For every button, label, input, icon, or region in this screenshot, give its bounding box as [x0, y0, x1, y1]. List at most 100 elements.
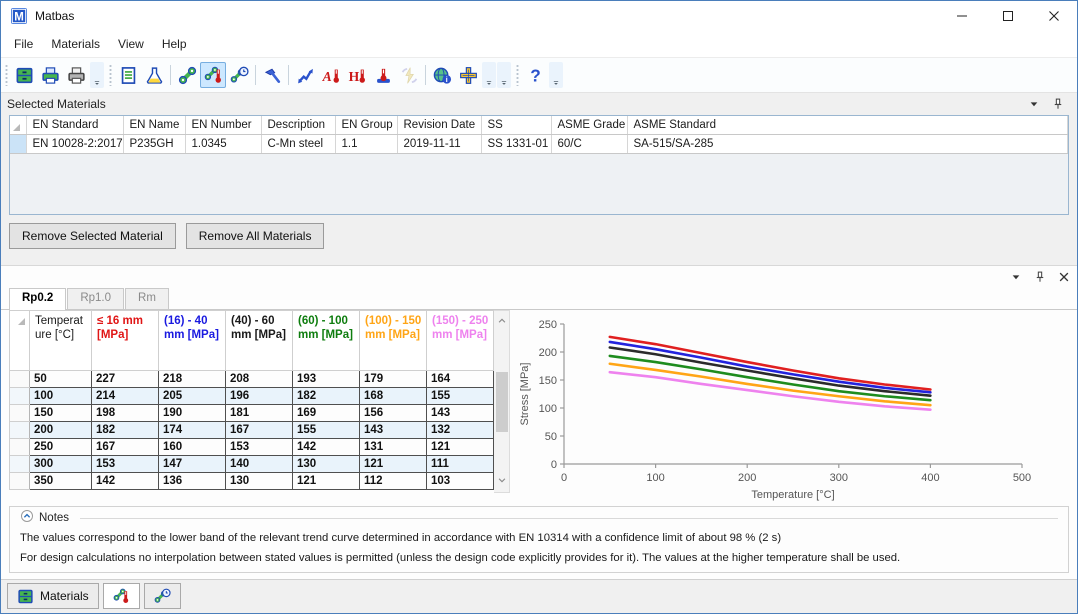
toolbar-overflow-icon[interactable]: [90, 62, 104, 88]
column-header[interactable]: Temperature [°C]: [30, 311, 92, 371]
column-header[interactable]: (150) - 250 mm [MPa]: [427, 311, 494, 371]
grid-cell[interactable]: 174: [159, 422, 226, 439]
row-selector[interactable]: [10, 439, 30, 456]
panel-menu-chevron-down-icon[interactable]: [1027, 97, 1041, 111]
table-row[interactable]: 250167160153142131121: [10, 439, 494, 456]
column-header[interactable]: EN Standard: [26, 116, 123, 135]
grid-cell[interactable]: 60/C: [551, 135, 627, 154]
grid-cell[interactable]: 112: [360, 473, 427, 490]
grid-cell[interactable]: 121: [293, 473, 360, 490]
grid-cell[interactable]: 143: [360, 422, 427, 439]
grid-cell[interactable]: 155: [293, 422, 360, 439]
grid-cell[interactable]: 300: [30, 456, 92, 473]
wrench-clock-icon[interactable]: [226, 62, 252, 88]
grid-cell[interactable]: 153: [92, 456, 159, 473]
print-preview-icon[interactable]: [37, 62, 63, 88]
grid-cell[interactable]: 100: [30, 388, 92, 405]
grid-cell[interactable]: SA-515/SA-285: [627, 135, 1068, 154]
grid-cell[interactable]: 181: [226, 405, 293, 422]
grid-cell[interactable]: 190: [159, 405, 226, 422]
grid-cell[interactable]: 200: [30, 422, 92, 439]
grid-cell[interactable]: C-Mn steel: [261, 135, 335, 154]
menu-materials[interactable]: Materials: [42, 33, 109, 55]
grid-cell[interactable]: 198: [92, 405, 159, 422]
column-header[interactable]: (60) - 100 mm [MPa]: [293, 311, 360, 371]
grid-cell[interactable]: 168: [360, 388, 427, 405]
menu-view[interactable]: View: [109, 33, 153, 55]
grid-cell[interactable]: 121: [360, 456, 427, 473]
zigzag-arrow-icon[interactable]: [292, 62, 318, 88]
row-selector[interactable]: [10, 456, 30, 473]
grid-cell[interactable]: 153: [226, 439, 293, 456]
table-row[interactable]: 300153147140130121111: [10, 456, 494, 473]
scroll-up-icon[interactable]: [497, 313, 507, 331]
column-header[interactable]: EN Name: [123, 116, 185, 135]
grid-cell[interactable]: 167: [92, 439, 159, 456]
row-selector[interactable]: [10, 422, 30, 439]
minimize-button[interactable]: [939, 1, 985, 31]
column-header[interactable]: ASME Grade: [551, 116, 627, 135]
column-header[interactable]: (40) - 60 mm [MPa]: [226, 311, 293, 371]
grid-cell[interactable]: 167: [226, 422, 293, 439]
grid-cell[interactable]: 111: [427, 456, 494, 473]
grid-cell[interactable]: 214: [92, 388, 159, 405]
toolbar-overflow-icon[interactable]: [482, 62, 496, 88]
grid-cell[interactable]: 156: [360, 405, 427, 422]
grid-cell[interactable]: 227: [92, 371, 159, 388]
remove-all-materials-button[interactable]: Remove All Materials: [186, 223, 325, 249]
table-row[interactable]: 50227218208193179164: [10, 371, 494, 388]
maximize-button[interactable]: [985, 1, 1031, 31]
panel-pin-icon[interactable]: [1051, 97, 1065, 111]
grid-cell[interactable]: 121: [427, 439, 494, 456]
grid-cell[interactable]: 50: [30, 371, 92, 388]
menu-file[interactable]: File: [5, 33, 42, 55]
grid-cell[interactable]: 155: [427, 388, 494, 405]
toolbar-overflow-icon[interactable]: [497, 62, 511, 88]
remove-selected-material-button[interactable]: Remove Selected Material: [9, 223, 176, 249]
grid-cell[interactable]: 1.1: [335, 135, 397, 154]
column-header[interactable]: ≤ 16 mm [MPa]: [92, 311, 159, 371]
a-thermometer-icon[interactable]: A: [318, 62, 344, 88]
document-icon[interactable]: [115, 62, 141, 88]
grid-cell[interactable]: 140: [226, 456, 293, 473]
column-header[interactable]: SS: [481, 116, 551, 135]
table-row[interactable]: 200182174167155143132: [10, 422, 494, 439]
grid-cell[interactable]: 182: [293, 388, 360, 405]
row-selector[interactable]: [10, 388, 30, 405]
grid-cell[interactable]: 130: [226, 473, 293, 490]
row-selector[interactable]: [10, 473, 30, 490]
grid-cell[interactable]: 147: [159, 456, 226, 473]
grid-cell[interactable]: 1.0345: [185, 135, 261, 154]
table-row[interactable]: 100214205196182168155: [10, 388, 494, 405]
grid-cell[interactable]: 160: [159, 439, 226, 456]
grid-cell[interactable]: 218: [159, 371, 226, 388]
grid-cell[interactable]: 130: [293, 456, 360, 473]
column-header[interactable]: EN Group: [335, 116, 397, 135]
grid-cell[interactable]: 193: [293, 371, 360, 388]
grid-cell[interactable]: 136: [159, 473, 226, 490]
grid-cell[interactable]: 205: [159, 388, 226, 405]
menu-help[interactable]: Help: [153, 33, 196, 55]
grid-cell[interactable]: 164: [427, 371, 494, 388]
wrench-icon[interactable]: [174, 62, 200, 88]
close-button[interactable]: [1031, 1, 1077, 31]
scroll-down-icon[interactable]: [497, 472, 507, 490]
panel-pin-icon[interactable]: [1033, 270, 1047, 284]
grid-cell[interactable]: 103: [427, 473, 494, 490]
grid-cell[interactable]: SS 1331-01: [481, 135, 551, 154]
archive-cabinet-icon[interactable]: [11, 62, 37, 88]
hammer-icon[interactable]: [259, 62, 285, 88]
panel-menu-chevron-down-icon[interactable]: [1009, 270, 1023, 284]
thermometer-icon[interactable]: [370, 62, 396, 88]
grid-cell[interactable]: 142: [293, 439, 360, 456]
column-header[interactable]: Description: [261, 116, 335, 135]
help-icon[interactable]: ?: [522, 62, 548, 88]
table-row[interactable]: 150198190181169156143: [10, 405, 494, 422]
column-header[interactable]: Revision Date: [397, 116, 481, 135]
panel-close-icon[interactable]: [1057, 270, 1071, 284]
bottom-tab-wrench-thermometer[interactable]: [103, 583, 140, 609]
row-selector[interactable]: [10, 371, 30, 388]
globe-info-icon[interactable]: i: [429, 62, 455, 88]
grid-cell[interactable]: 143: [427, 405, 494, 422]
grid-cell[interactable]: 179: [360, 371, 427, 388]
